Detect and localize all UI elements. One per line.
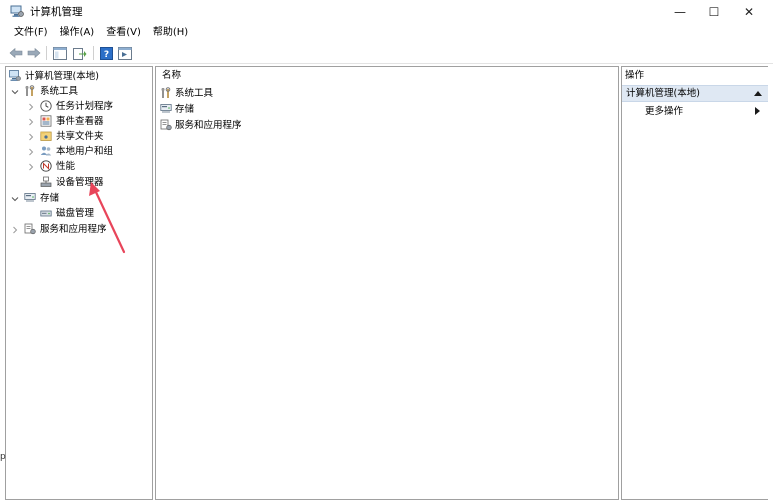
menu-action[interactable]: 操作(A) (54, 26, 101, 40)
show-hide-action-pane-button[interactable] (117, 45, 133, 61)
disk-management-icon (40, 210, 52, 217)
chevron-right-icon[interactable] (26, 159, 36, 174)
minimize-icon: — (674, 5, 686, 19)
action-pane-icon (118, 46, 132, 60)
menu-bar: 文件(F) 操作(A) 查看(V) 帮助(H) (0, 24, 773, 42)
back-button[interactable] (8, 45, 24, 61)
menu-view[interactable]: 查看(V) (100, 26, 147, 40)
back-arrow-icon (9, 47, 23, 59)
computer-management-window: 计算机管理 — ☐ ✕ 文件(F) 操作(A) 查看(V) 帮助(H) ? 计算… (0, 0, 773, 500)
actions-header: 操作 (625, 70, 645, 81)
collapse-up-icon[interactable] (754, 91, 762, 96)
clock-icon (40, 100, 52, 112)
list-label-services-apps: 服务和应用程序 (175, 120, 242, 131)
system-tools-icon (161, 87, 171, 98)
export-list-button[interactable] (72, 45, 88, 61)
system-tools-icon (25, 85, 35, 96)
submenu-arrow-icon (755, 107, 760, 115)
chevron-down-icon[interactable] (10, 84, 20, 99)
list-label-system-tools: 系统工具 (175, 88, 214, 99)
console-tree-icon (53, 46, 67, 60)
tree-label-local-users: 本地用户和组 (56, 146, 114, 157)
more-actions-item[interactable]: 更多操作 (622, 104, 768, 119)
forward-arrow-icon (27, 47, 41, 59)
tree-node-device-manager[interactable]: 设备管理器 (6, 175, 152, 190)
toolbar: ? (0, 42, 773, 64)
maximize-button[interactable]: ☐ (696, 0, 732, 24)
list-item-system-tools[interactable]: 系统工具 (160, 86, 310, 101)
users-icon (40, 146, 52, 156)
tree-label-performance: 性能 (56, 161, 76, 172)
console-tree-pane[interactable]: 计算机管理(本地) 系统工具 任务计划程序 事件查看器 共享文件夹 本地用户和组… (5, 66, 153, 500)
minimize-button[interactable]: — (662, 0, 698, 24)
window-title: 计算机管理 (30, 6, 83, 18)
title-bar[interactable]: 计算机管理 — ☐ ✕ (0, 0, 773, 24)
forward-button[interactable] (26, 45, 42, 61)
list-item-storage[interactable]: 存储 (160, 102, 310, 117)
more-actions-label: 更多操作 (645, 106, 684, 117)
chevron-right-icon[interactable] (26, 99, 36, 114)
actions-section-label: 计算机管理(本地) (626, 88, 700, 99)
chevron-right-icon[interactable] (10, 222, 20, 237)
list-label-storage: 存储 (175, 104, 195, 115)
chevron-right-icon[interactable] (26, 114, 36, 129)
tree-node-system-tools[interactable]: 系统工具 (6, 84, 152, 99)
storage-icon (24, 193, 36, 202)
performance-icon (40, 160, 52, 172)
toolbar-separator (93, 46, 94, 60)
close-button[interactable]: ✕ (731, 0, 767, 24)
tree-label-shared-folders: 共享文件夹 (56, 131, 104, 142)
computer-management-app-icon (10, 5, 24, 17)
actions-pane: 操作 计算机管理(本地) 更多操作 (621, 66, 768, 500)
tree-node-disk-management[interactable]: 磁盘管理 (6, 206, 152, 221)
services-icon (160, 119, 172, 131)
list-view-pane[interactable]: 名称 系统工具 存储 服务和应用程序 (155, 66, 619, 500)
actions-section-computer-management[interactable]: 计算机管理(本地) (622, 85, 768, 102)
export-list-icon (73, 47, 87, 60)
tree-node-root[interactable]: 计算机管理(本地) (6, 69, 152, 84)
list-item-services-apps[interactable]: 服务和应用程序 (160, 118, 310, 133)
menu-help[interactable]: 帮助(H) (147, 26, 194, 40)
menu-file[interactable]: 文件(F) (0, 26, 54, 40)
help-button[interactable]: ? (98, 45, 114, 61)
event-viewer-icon (40, 115, 52, 127)
tree-node-event-viewer[interactable]: 事件查看器 (6, 114, 152, 129)
services-icon (24, 223, 36, 235)
tree-node-local-users[interactable]: 本地用户和组 (6, 144, 152, 159)
computer-management-icon (9, 70, 21, 81)
device-manager-icon (40, 176, 52, 187)
tree-label-disk-management: 磁盘管理 (56, 208, 95, 219)
tree-label-services-apps: 服务和应用程序 (40, 224, 107, 235)
tree-label-device-manager: 设备管理器 (56, 177, 104, 188)
chevron-right-icon[interactable] (26, 144, 36, 159)
tree-node-task-scheduler[interactable]: 任务计划程序 (6, 99, 152, 114)
tree-node-shared-folders[interactable]: 共享文件夹 (6, 129, 152, 144)
chevron-right-icon[interactable] (26, 129, 36, 144)
shared-folder-icon (40, 131, 52, 141)
chevron-down-icon[interactable] (10, 191, 20, 206)
tree-label-event-viewer: 事件查看器 (56, 116, 104, 127)
toolbar-separator (46, 46, 47, 60)
close-icon: ✕ (743, 5, 755, 19)
tree-label-root: 计算机管理(本地) (25, 71, 99, 82)
show-hide-console-tree-button[interactable] (52, 45, 68, 61)
tree-node-services-apps[interactable]: 服务和应用程序 (6, 222, 152, 237)
svg-text:?: ? (103, 50, 108, 60)
edge-text-fragment: p (0, 452, 6, 462)
storage-icon (160, 104, 172, 113)
column-header-name[interactable]: 名称 (162, 69, 181, 83)
maximize-icon: ☐ (708, 5, 720, 19)
tree-label-system-tools: 系统工具 (40, 86, 79, 97)
tree-label-storage: 存储 (40, 193, 60, 204)
tree-node-storage[interactable]: 存储 (6, 191, 152, 206)
tree-label-task-scheduler: 任务计划程序 (56, 101, 114, 112)
tree-node-performance[interactable]: 性能 (6, 159, 152, 174)
help-icon: ? (99, 46, 113, 60)
